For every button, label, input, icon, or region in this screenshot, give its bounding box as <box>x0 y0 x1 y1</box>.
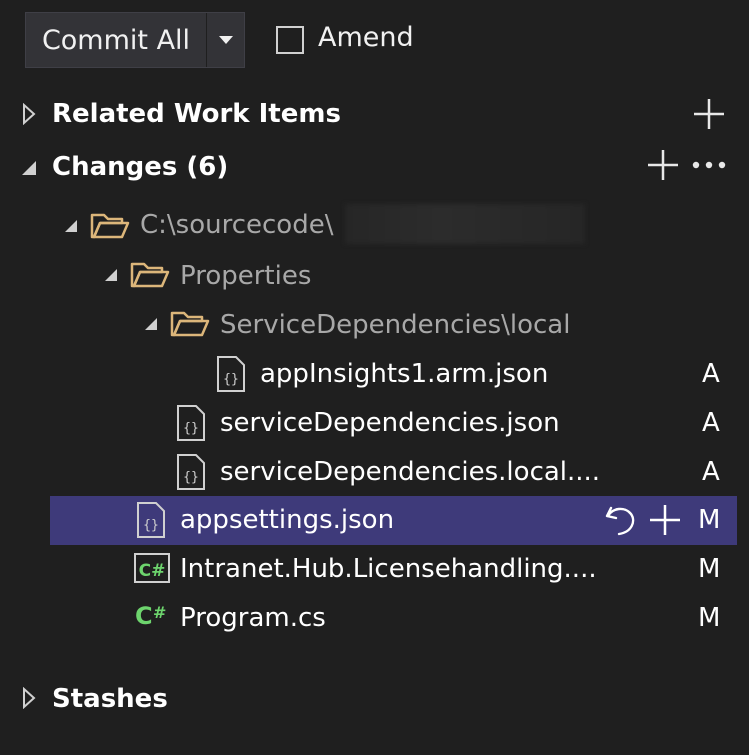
section-related-work-items[interactable]: Related Work Items <box>52 99 341 129</box>
section-stashes[interactable]: Stashes <box>52 684 168 714</box>
svg-text:C#: C# <box>139 561 166 581</box>
collapse-arrow-icon[interactable] <box>63 218 79 234</box>
tree-row-file[interactable]: {} serviceDependencies.json A <box>0 399 749 448</box>
svg-text:{}: {} <box>223 372 239 387</box>
collapse-arrow-icon[interactable] <box>20 159 38 177</box>
svg-text:{}: {} <box>183 470 199 485</box>
file-status: M <box>698 554 721 584</box>
open-folder-icon <box>170 311 210 337</box>
tree-row-file[interactable]: {} appInsights1.arm.json A <box>0 350 749 399</box>
file-name: serviceDependencies.local.... <box>220 457 601 487</box>
file-name: Intranet.Hub.Licensehandling.... <box>180 554 597 584</box>
more-options-icon[interactable] <box>690 158 728 172</box>
folder-label: ServiceDependencies\local <box>220 310 571 340</box>
file-status: M <box>698 505 721 535</box>
tree-row-servicedependencies-folder[interactable]: ServiceDependencies\local <box>0 301 749 350</box>
collapse-arrow-icon[interactable] <box>143 316 159 332</box>
expand-arrow-icon[interactable] <box>22 103 36 125</box>
file-status: M <box>698 603 721 633</box>
svg-text:{}: {} <box>183 421 199 436</box>
open-folder-icon <box>90 213 130 239</box>
tree-row-file[interactable]: C # Program.cs M <box>0 594 749 643</box>
tree-row-file[interactable]: C# Intranet.Hub.Licensehandling.... M <box>0 545 749 594</box>
commit-all-split-button[interactable]: Commit All <box>25 12 245 68</box>
folder-label: C:\sourcecode\ <box>140 210 334 240</box>
file-status: A <box>702 359 720 389</box>
stage-all-icon[interactable] <box>646 148 680 182</box>
tree-row-file[interactable]: {} serviceDependencies.local.... A <box>0 448 749 497</box>
json-file-icon: {} <box>177 405 205 441</box>
csharp-file-icon: C # <box>135 602 166 630</box>
file-status: A <box>702 408 720 438</box>
redacted-path <box>345 204 585 244</box>
tree-row-properties-folder[interactable]: Properties <box>0 252 749 301</box>
tree-row-file-selected[interactable]: {} appsettings.json M <box>50 496 737 545</box>
file-name: serviceDependencies.json <box>220 408 560 438</box>
file-name: appsettings.json <box>180 505 395 535</box>
commit-all-button[interactable]: Commit All <box>26 13 206 67</box>
stage-file-icon[interactable] <box>648 503 682 537</box>
open-folder-icon <box>130 262 170 288</box>
json-file-icon: {} <box>177 454 205 490</box>
folder-label: Properties <box>180 261 312 291</box>
json-file-icon: {} <box>137 502 165 538</box>
svg-text:C: C <box>135 602 153 630</box>
commit-dropdown-button[interactable] <box>207 13 244 67</box>
chevron-down-icon <box>218 36 233 44</box>
svg-text:{}: {} <box>143 518 159 533</box>
amend-label: Amend <box>318 22 414 53</box>
file-name: Program.cs <box>180 603 326 633</box>
json-file-icon: {} <box>217 356 245 392</box>
amend-checkbox[interactable] <box>276 26 304 54</box>
svg-text:#: # <box>153 603 166 622</box>
undo-changes-icon[interactable] <box>603 502 639 538</box>
file-name: appInsights1.arm.json <box>260 359 549 389</box>
csharp-project-icon: C# <box>134 553 170 583</box>
collapse-arrow-icon[interactable] <box>103 267 119 283</box>
section-changes[interactable]: Changes (6) <box>52 152 228 182</box>
expand-arrow-icon[interactable] <box>22 687 36 709</box>
file-status: A <box>702 457 720 487</box>
add-work-item-icon[interactable] <box>692 97 726 131</box>
